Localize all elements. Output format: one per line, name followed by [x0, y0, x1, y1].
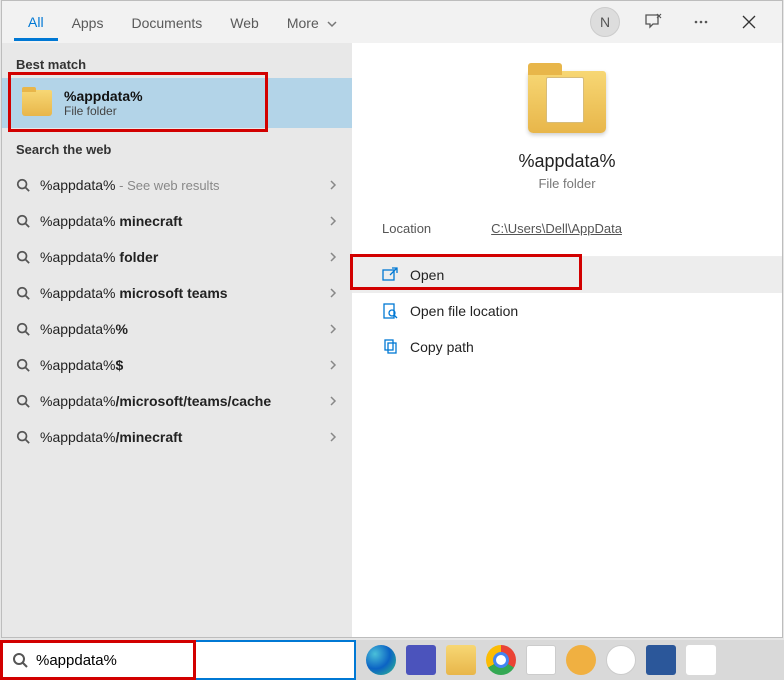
open-icon	[382, 267, 398, 283]
best-match-result[interactable]: %appdata% File folder	[2, 78, 352, 128]
action-copy-path[interactable]: Copy path	[352, 329, 782, 365]
taskbar-chrome-canary-icon[interactable]	[566, 645, 596, 675]
tab-apps[interactable]: Apps	[58, 5, 118, 39]
filter-tabs: All Apps Documents Web More N	[2, 1, 782, 43]
tab-more-label: More	[287, 15, 319, 31]
web-result-label: %appdata%$	[40, 357, 318, 373]
search-icon	[12, 652, 28, 668]
chevron-right-icon	[328, 249, 338, 265]
best-match-label: Best match	[2, 43, 352, 78]
search-web-label: Search the web	[2, 128, 352, 163]
web-result-item[interactable]: %appdata% minecraft	[2, 203, 352, 239]
folder-icon-large	[528, 71, 606, 133]
web-result-item[interactable]: %appdata%$	[2, 347, 352, 383]
web-result-label: %appdata% microsoft teams	[40, 285, 318, 301]
search-icon	[16, 322, 30, 336]
action-list: Open Open file location Copy path	[352, 257, 782, 365]
results-panel: Best match %appdata% File folder Search …	[2, 43, 352, 637]
preview-header: %appdata% File folder	[352, 43, 782, 191]
search-icon	[16, 214, 30, 228]
chevron-right-icon	[328, 429, 338, 445]
web-results-list: %appdata% - See web results %appdata% min…	[2, 163, 352, 459]
chevron-right-icon	[328, 177, 338, 193]
user-avatar[interactable]: N	[590, 7, 620, 37]
web-result-item[interactable]: %appdata% microsoft teams	[2, 275, 352, 311]
web-result-label: %appdata%/minecraft	[40, 429, 318, 445]
preview-subtitle: File folder	[352, 176, 782, 191]
search-window: All Apps Documents Web More N Best match	[1, 0, 783, 638]
search-icon	[16, 394, 30, 408]
search-input[interactable]	[36, 652, 344, 669]
web-result-label: %appdata% folder	[40, 249, 318, 265]
search-icon	[16, 430, 30, 444]
content-body: Best match %appdata% File folder Search …	[2, 43, 782, 637]
tab-all[interactable]: All	[14, 4, 58, 41]
taskbar-edge-icon[interactable]	[366, 645, 396, 675]
feedback-icon[interactable]	[638, 7, 668, 37]
web-result-item[interactable]: %appdata%%	[2, 311, 352, 347]
taskbar-slack-icon[interactable]	[526, 645, 556, 675]
web-result-label: %appdata%/microsoft/teams/cache	[40, 393, 318, 409]
taskbar-paint-icon[interactable]	[686, 645, 716, 675]
web-result-label: %appdata% - See web results	[40, 177, 318, 193]
web-result-item[interactable]: %appdata%/microsoft/teams/cache	[2, 383, 352, 419]
web-result-item[interactable]: %appdata% - See web results	[2, 167, 352, 203]
close-icon[interactable]	[734, 7, 764, 37]
taskbar-word-icon[interactable]	[646, 645, 676, 675]
web-result-item[interactable]: %appdata%/minecraft	[2, 419, 352, 455]
taskbar-chrome-icon[interactable]	[486, 645, 516, 675]
taskbar	[0, 640, 784, 680]
action-open-label: Open	[410, 267, 444, 283]
search-icon	[16, 250, 30, 264]
search-icon	[16, 286, 30, 300]
best-match-subtitle: File folder	[64, 104, 143, 118]
preview-title: %appdata%	[352, 151, 782, 172]
folder-icon	[22, 90, 52, 116]
tab-documents[interactable]: Documents	[117, 5, 216, 39]
file-location-icon	[382, 303, 398, 319]
location-row: Location C:\Users\Dell\AppData	[352, 191, 782, 257]
preview-panel: %appdata% File folder Location C:\Users\…	[352, 43, 782, 637]
taskbar-explorer-icon[interactable]	[446, 645, 476, 675]
web-result-label: %appdata% minecraft	[40, 213, 318, 229]
chevron-right-icon	[328, 285, 338, 301]
more-options-icon[interactable]	[686, 7, 716, 37]
chevron-right-icon	[328, 393, 338, 409]
action-open-location[interactable]: Open file location	[352, 293, 782, 329]
web-result-item[interactable]: %appdata% folder	[2, 239, 352, 275]
chevron-right-icon	[328, 321, 338, 337]
best-match-title: %appdata%	[64, 88, 143, 104]
location-path-link[interactable]: C:\Users\Dell\AppData	[491, 221, 622, 236]
taskbar-search-box[interactable]	[0, 640, 356, 680]
action-copy-path-label: Copy path	[410, 339, 474, 355]
search-icon	[16, 358, 30, 372]
chevron-right-icon	[328, 213, 338, 229]
location-label: Location	[382, 221, 431, 236]
web-result-label: %appdata%%	[40, 321, 318, 337]
action-open[interactable]: Open	[352, 257, 782, 293]
action-open-location-label: Open file location	[410, 303, 518, 319]
chevron-down-icon	[327, 19, 337, 29]
search-icon	[16, 178, 30, 192]
taskbar-teams-icon[interactable]	[406, 645, 436, 675]
tab-web[interactable]: Web	[216, 5, 273, 39]
chevron-right-icon	[328, 357, 338, 373]
taskbar-icons	[356, 645, 716, 675]
copy-icon	[382, 339, 398, 355]
window-controls: N	[590, 7, 770, 37]
best-match-text: %appdata% File folder	[64, 88, 143, 118]
tab-more[interactable]: More	[273, 5, 351, 39]
taskbar-palette-icon[interactable]	[606, 645, 636, 675]
